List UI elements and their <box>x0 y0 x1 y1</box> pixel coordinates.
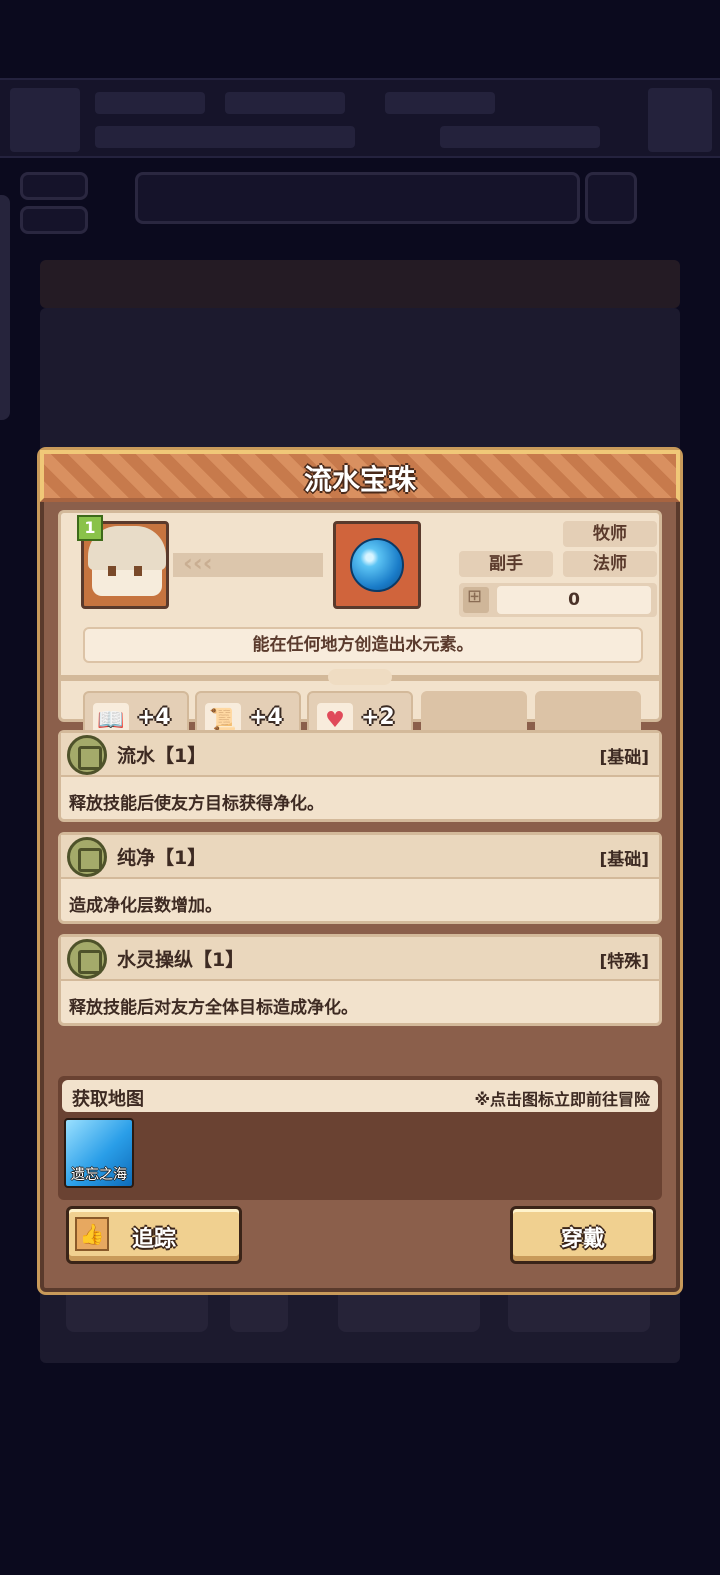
skill-medal-icon <box>67 735 107 775</box>
skill-header: 纯净【1】 [基础] <box>61 835 659 879</box>
obtain-map-section: 获取地图 ※点击图标立即前往冒险 遗忘之海 <box>58 1076 662 1200</box>
skill-description: 释放技能后使友方目标获得净化。 <box>69 794 324 814</box>
stat-value: +4 <box>249 705 283 730</box>
skill-header: 水灵操纵【1】 [特殊] <box>61 937 659 981</box>
skill-medal-icon <box>67 939 107 979</box>
skill-type: [基础] <box>599 850 649 870</box>
slot-tag-offhand: 副手 <box>459 551 553 577</box>
map-hint: ※点击图标立即前往冒险 <box>474 1090 650 1109</box>
skill-header: 流水【1】 [基础] <box>61 733 659 777</box>
arrow-strip: ‹‹‹ <box>173 549 323 577</box>
stat-value: +4 <box>137 705 171 730</box>
level-badge: 1 <box>77 515 103 541</box>
item-info-panel: 1 ‹‹‹ 牧师 副手 法师 0 能在任何地方创造出水元素。 📖 +4 <box>58 510 662 749</box>
skill-description: 释放技能后对友方全体目标造成净化。 <box>69 998 358 1018</box>
skill-card: 纯净【1】 [基础] 造成净化层数增加。 <box>58 832 662 924</box>
hero-eye <box>134 566 142 576</box>
track-button[interactable]: 👍 追踪 <box>66 1206 242 1264</box>
background-top-bar <box>0 78 720 158</box>
background-chip <box>20 172 88 200</box>
equip-button-label: 穿戴 <box>560 1227 605 1252</box>
role-tag-mage: 法师 <box>563 551 657 577</box>
item-count: 0 <box>459 583 657 617</box>
map-section-title: 获取地图 <box>72 1089 144 1110</box>
background-side-tab <box>0 195 10 420</box>
background-title <box>40 260 680 308</box>
background-icon-box <box>585 172 637 224</box>
item-detail-modal: 流水宝珠 1 ‹‹‹ 牧师 副手 法师 0 能在任何地方创造出水元素。 📖 +4 <box>40 450 680 1292</box>
skill-name: 流水【1】 <box>117 745 207 767</box>
stat-value: +2 <box>361 705 395 730</box>
map-location-forgotten-sea[interactable]: 遗忘之海 <box>64 1118 134 1188</box>
item-description: 能在任何地方创造出水元素。 <box>83 627 643 663</box>
skill-type: [特殊] <box>599 952 649 972</box>
map-location-label: 遗忘之海 <box>71 1167 127 1183</box>
role-tag-priest: 牧师 <box>563 521 657 547</box>
skill-card: 流水【1】 [基础] 释放技能后使友方目标获得净化。 <box>58 730 662 822</box>
item-icon-frame <box>333 521 421 609</box>
chevron-left-icon: ‹‹‹ <box>183 549 213 577</box>
modal-title: 流水宝珠 <box>303 463 416 496</box>
divider <box>58 669 662 685</box>
modal-header: 流水宝珠 <box>40 450 680 502</box>
item-count-value: 0 <box>497 586 651 614</box>
skill-description: 造成净化层数增加。 <box>69 896 222 916</box>
map-header: 获取地图 ※点击图标立即前往冒险 <box>62 1080 658 1112</box>
skill-type: [基础] <box>599 748 649 768</box>
background-banner <box>135 172 580 224</box>
water-orb-icon <box>350 538 404 592</box>
equip-button[interactable]: 穿戴 <box>510 1206 656 1264</box>
inventory-icon <box>463 586 489 613</box>
track-button-label: 追踪 <box>131 1227 176 1252</box>
skill-card: 水灵操纵【1】 [特殊] 释放技能后对友方全体目标造成净化。 <box>58 934 662 1026</box>
background-chip <box>20 206 88 234</box>
hero-eye <box>108 566 116 576</box>
skill-medal-icon <box>67 837 107 877</box>
skill-name: 纯净【1】 <box>117 847 207 869</box>
skill-name: 水灵操纵【1】 <box>117 949 245 971</box>
